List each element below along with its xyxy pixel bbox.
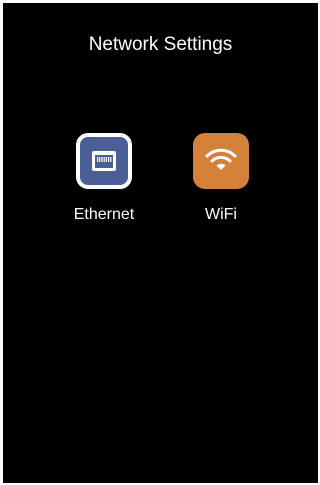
- ethernet-option[interactable]: Ethernet: [59, 133, 149, 233]
- ethernet-port-icon: [92, 151, 116, 171]
- ethernet-icon-tile[interactable]: [76, 133, 132, 189]
- network-settings-screen: Network Settings Ethernet WiFi: [3, 3, 318, 483]
- page-title: Network Settings: [88, 34, 233, 55]
- wifi-icon-tile[interactable]: [193, 133, 249, 189]
- wifi-icon: [205, 148, 237, 170]
- wifi-label: WiFi: [205, 206, 237, 223]
- wifi-option[interactable]: WiFi: [176, 133, 266, 233]
- ethernet-label: Ethernet: [73, 206, 135, 223]
